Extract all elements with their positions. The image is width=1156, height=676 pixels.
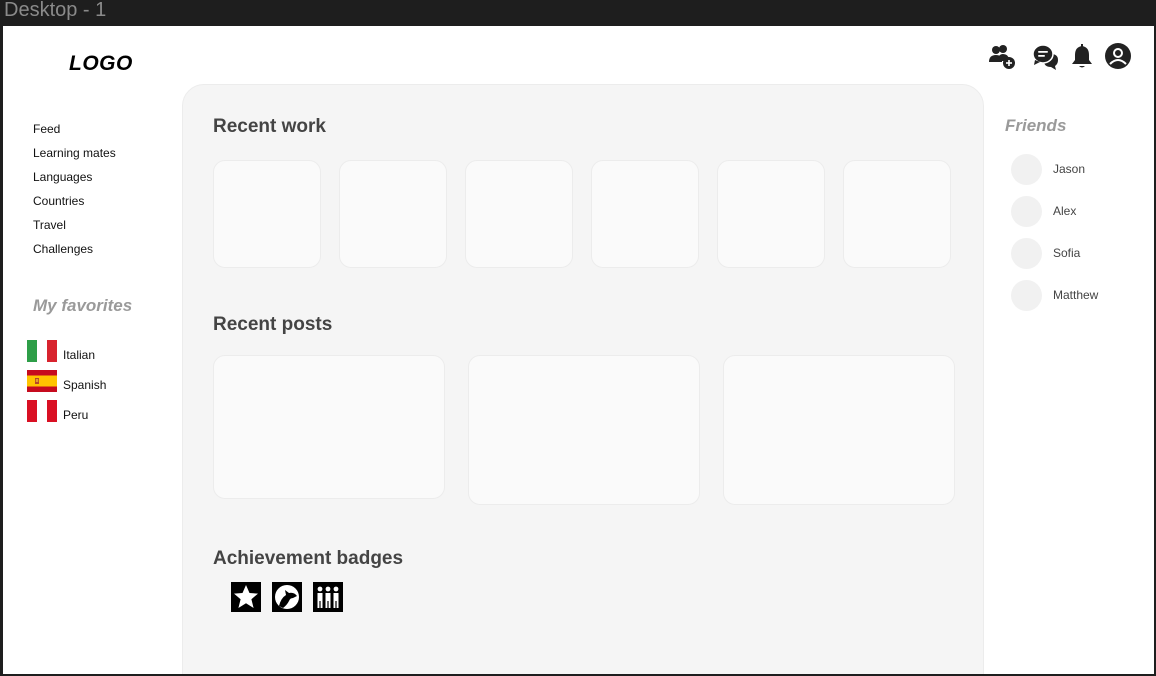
favorite-label: Peru — [63, 408, 89, 422]
recent-posts-title: Recent posts — [213, 314, 333, 335]
sidebar-item-travel[interactable]: Travel — [33, 218, 116, 242]
friend-item-sofia[interactable]: Sofia — [1011, 238, 1141, 280]
favorite-label: Italian — [63, 348, 96, 362]
add-friend-icon[interactable] — [987, 42, 1017, 72]
recent-work-card[interactable] — [591, 160, 699, 268]
star-badge-icon[interactable] — [230, 581, 262, 613]
recent-work-card[interactable] — [339, 160, 447, 268]
logo[interactable]: LOGO — [69, 52, 133, 76]
friend-item-matthew[interactable]: Matthew — [1011, 280, 1141, 322]
recent-work-card[interactable] — [843, 160, 951, 268]
recent-post-card[interactable] — [723, 355, 955, 505]
profile-icon[interactable] — [1103, 42, 1133, 72]
friend-item-alex[interactable]: Alex — [1011, 196, 1141, 238]
chat-icon[interactable] — [1031, 42, 1061, 72]
sidebar-nav: Feed Learning mates Languages Countries … — [33, 122, 116, 266]
recent-post-card[interactable] — [468, 355, 700, 505]
frame-title: Desktop - 1 — [4, 0, 107, 21]
app-canvas: LOGO Feed Learning mates Languages Count… — [3, 26, 1154, 674]
favorites-title: My favorites — [33, 296, 133, 315]
friends-list: Jason Alex Sofia Matthew — [1011, 154, 1141, 322]
avatar — [1011, 238, 1042, 269]
wolf-badge-icon[interactable] — [271, 581, 303, 613]
sidebar-item-learning-mates[interactable]: Learning mates — [33, 146, 116, 170]
bell-icon[interactable] — [1067, 42, 1097, 72]
achievement-badges-title: Achievement badges — [213, 548, 404, 569]
recent-work-card[interactable] — [465, 160, 573, 268]
avatar — [1011, 196, 1042, 227]
friend-item-jason[interactable]: Jason — [1011, 154, 1141, 196]
avatar — [1011, 154, 1042, 185]
spain-flag-icon — [27, 370, 57, 392]
header-actions — [983, 42, 1133, 72]
sidebar-item-feed[interactable]: Feed — [33, 122, 116, 146]
peru-flag-icon — [27, 400, 57, 422]
main-panel: Recent work Recent posts Achievement bad… — [182, 84, 984, 674]
group-badge-icon[interactable] — [312, 581, 344, 613]
recent-work-title: Recent work — [213, 116, 326, 137]
italy-flag-icon — [27, 340, 57, 362]
sidebar-item-challenges[interactable]: Challenges — [33, 242, 116, 266]
recent-work-card[interactable] — [213, 160, 321, 268]
friend-name: Sofia — [1053, 246, 1081, 260]
friend-name: Alex — [1053, 204, 1077, 218]
friends-title: Friends — [1005, 116, 1067, 135]
recent-work-card[interactable] — [717, 160, 825, 268]
friend-name: Matthew — [1053, 288, 1099, 302]
friend-name: Jason — [1053, 162, 1086, 176]
recent-post-card[interactable] — [213, 355, 445, 499]
sidebar-item-languages[interactable]: Languages — [33, 170, 116, 194]
avatar — [1011, 280, 1042, 311]
sidebar-item-countries[interactable]: Countries — [33, 194, 116, 218]
favorite-label: Spanish — [63, 378, 107, 392]
